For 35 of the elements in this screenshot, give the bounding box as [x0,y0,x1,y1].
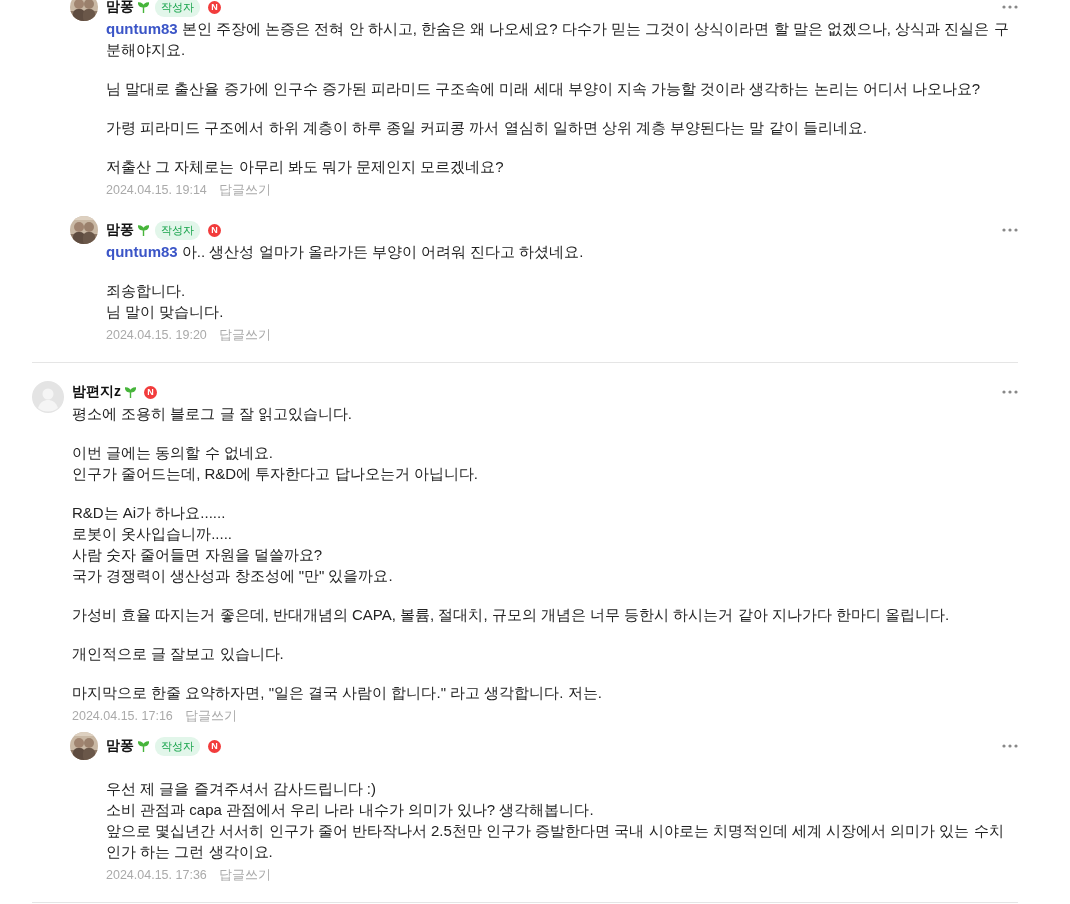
comment-text: 죄송합니다. 님 말이 맞습니다. [106,281,225,322]
comment-text: quntum83 본인 주장에 논증은 전혀 안 하시고, 한숨은 왜 나오세요? 다수가 믿는 그것이 상식이라면 할 말은 없겠으나, 상식과 진실은 구분해야지요. [106,19,1010,60]
mention-link[interactable]: quntum83 [106,20,178,37]
new-badge: N [144,385,157,399]
writer-badge: 작성자 [155,220,200,240]
comment-date: 2024.04.15. 17:36 [106,867,207,884]
sprout-icon [125,386,136,398]
comment-text: quntum83 아.. 생산성 얼마가 올라가든 부양이 어려워 진다고 하셨네요. [106,242,585,262]
comment-date: 2024.04.15. 19:14 [106,182,207,199]
sprout-icon [138,1,149,13]
author-name[interactable]: 밤편지z [72,383,121,401]
comment-text: 님 말대로 출산율 증가에 인구수 증가된 피라미드 구조속에 미래 세대 부양이 지속 가능할 것이라 생각하는 논리는 어디서 나오나요? [106,79,982,99]
comment-date: 2024.04.15. 19:20 [106,327,207,344]
comment-text: 이번 글에는 동의할 수 없네요. 인구가 줄어드는데, R&D에 투자한다고 답나오는거 아닙니다. [72,443,479,484]
new-badge: N [208,0,221,14]
author-name[interactable]: 맘퐁 [106,0,134,16]
comment-text: 저출산 그 자체로는 아무리 봐도 뭐가 문제인지 모르겠네요? [106,157,505,177]
comment-date: 2024.04.15. 17:16 [72,708,173,725]
sprout-icon [138,224,149,236]
comment-text: 우선 제 글을 즐겨주셔서 감사드립니다 :) 소비 관점과 capa 관점에서 우리 나라 내수가 의미가 있나? 생각해봅니다. 앞으로 몇십년간 서서히 인구가 줄어 반타작나서 2.5천만 인구가 증발한다면 국내 시야로는 치명적인데 세계 시장에서 의미가 있는 수치인가 하는 그런 생각이요. [106,779,1005,862]
comment-text: 가령 피라미드 구조에서 하위 계층이 하루 종일 커피콩 까서 열심히 일하면 상위 계층 부양된다는 말 같이 들리네요. [106,118,868,138]
comment-text: 개인적으로 글 잘보고 있습니다. [72,644,285,664]
comment-text: 평소에 조용히 블로그 글 잘 읽고있습니다. [72,404,353,424]
new-badge: N [208,223,221,237]
default-avatar-icon [32,381,64,413]
mention-link[interactable]: quntum83 [106,243,178,260]
comment-text: 마지막으로 한줄 요약하자면, "일은 결국 사람이 합니다." 라고 생각합니다. 저는. [72,683,603,703]
new-badge: N [208,739,221,753]
comment-text: R&D는 Ai가 하나요...... 로봇이 옷사입습니까..... 사람 숫자 줄어들면 자원을 덜쓸까요? 국가 경쟁력이 생산성과 창조성에 "만" 있을까요. [72,503,394,586]
sprout-icon [138,740,149,752]
comment-text: 가성비 효율 따지는거 좋은데, 반대개념의 CAPA, 볼륨, 절대치, 규모의 개념은 너무 등한시 하시는거 같아 지나가다 한마디 올립니다. [72,605,951,625]
author-name[interactable]: 맘퐁 [106,221,134,239]
writer-badge: 작성자 [155,0,200,17]
writer-badge: 작성자 [155,736,200,756]
author-name[interactable]: 맘퐁 [106,737,134,755]
